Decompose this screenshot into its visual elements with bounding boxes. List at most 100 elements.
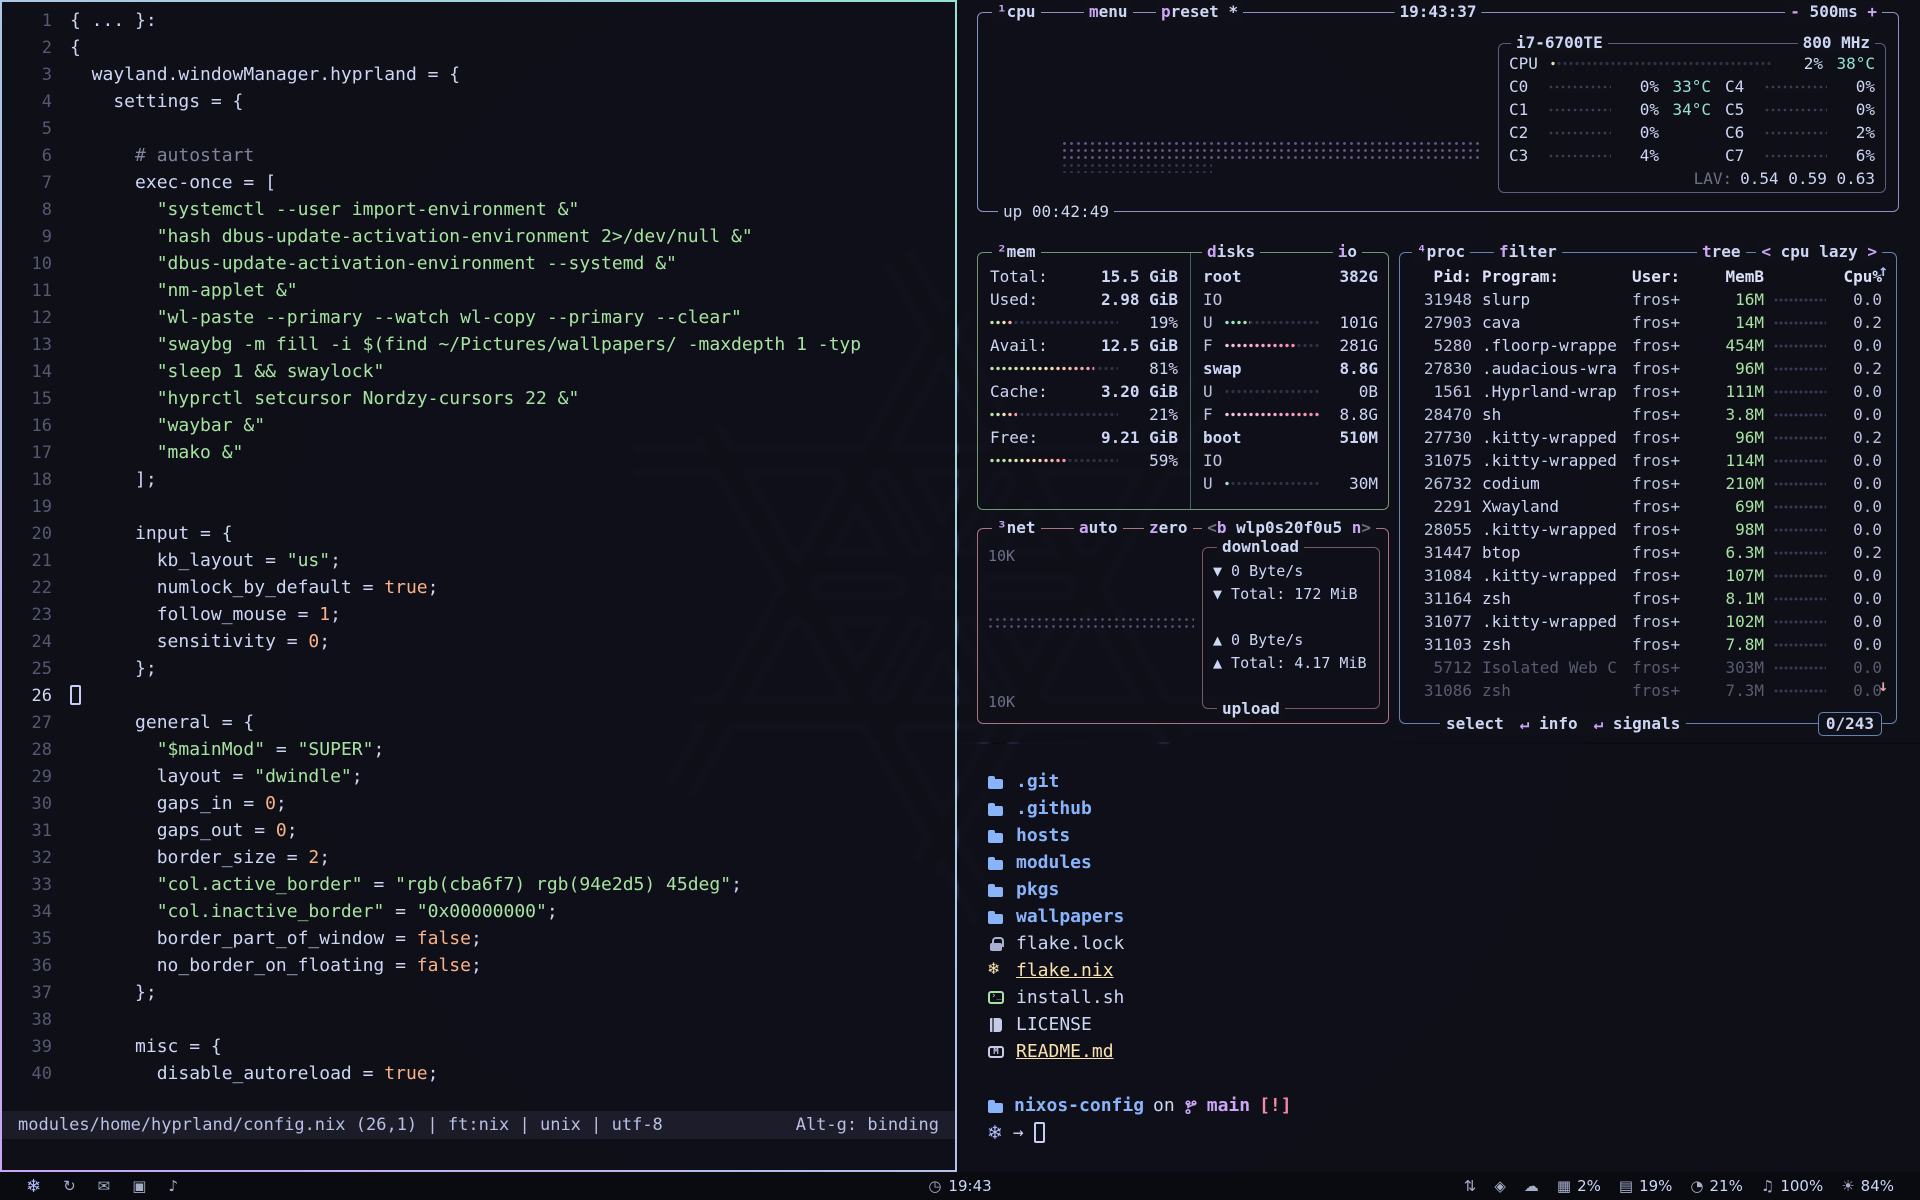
volume-module[interactable]: ♫100%: [1761, 1177, 1823, 1195]
editor-window[interactable]: 1{ ... }:2{3 wayland.windowManager.hyprl…: [0, 0, 957, 1172]
process-row[interactable]: 2291Xwaylandfros+69M0.0: [1400, 495, 1896, 518]
preset-button[interactable]: preset *: [1156, 2, 1243, 22]
editor-line: 26: [2, 682, 955, 709]
process-cpu: 0.0: [1836, 449, 1882, 472]
process-name: Isolated Web C: [1482, 656, 1622, 679]
process-name: slurp: [1482, 288, 1622, 311]
vpn-module[interactable]: ◈: [1494, 1177, 1506, 1195]
col-pid[interactable]: Pid:: [1410, 265, 1472, 288]
process-mem: 107M: [1704, 564, 1764, 587]
scroll-down-icon[interactable]: ↓: [1878, 676, 1888, 695]
menu-button[interactable]: menu: [1084, 2, 1133, 22]
process-row[interactable]: 31948slurpfros+16M0.0: [1400, 288, 1896, 311]
net-traffic-module[interactable]: ⇅: [1464, 1177, 1477, 1195]
process-cpu-graph: [1774, 433, 1826, 443]
brightness-module[interactable]: ☀84%: [1841, 1177, 1894, 1195]
network-module[interactable]: ☁: [1524, 1177, 1539, 1195]
cpu-module[interactable]: ▦2%: [1557, 1177, 1601, 1195]
process-row[interactable]: 31447btopfros+6.3M0.2: [1400, 541, 1896, 564]
process-row[interactable]: 28470shfros+3.8M0.0: [1400, 403, 1896, 426]
process-row[interactable]: 31084.kitty-wrappedfros+107M0.0: [1400, 564, 1896, 587]
line-text: };: [70, 982, 157, 1003]
process-row[interactable]: 28055.kitty-wrappedfros+98M0.0: [1400, 518, 1896, 541]
nixos-launcher-icon[interactable]: ❄: [26, 1176, 41, 1197]
proc-tree-toggle[interactable]: tree: [1697, 242, 1746, 262]
net-interface-selector[interactable]: <b wlp0s20f0u5 n>: [1202, 518, 1376, 538]
update-interval-control[interactable]: - 500ms +: [1785, 2, 1882, 22]
core-label: C1: [1509, 98, 1543, 121]
process-row[interactable]: 31077.kitty-wrappedfros+102M0.0: [1400, 610, 1896, 633]
memory-module[interactable]: ▤19%: [1619, 1177, 1673, 1195]
disk-module[interactable]: ◔21%: [1690, 1177, 1742, 1195]
disk-meter: [1225, 340, 1320, 351]
mem-meter-percent: 21%: [1118, 403, 1178, 426]
editor-line: 21 kb_layout = "us";: [2, 547, 955, 574]
file-name: LICENSE: [1016, 1014, 1092, 1035]
btop-mem-box: ²mem Total:15.5 GiBUsed:2.98 GiB19%Avail…: [977, 252, 1389, 510]
code-token: ;: [471, 928, 482, 949]
net-box-title[interactable]: ³net: [992, 518, 1041, 538]
line-number: 7: [2, 170, 52, 196]
code-token: border_size =: [70, 847, 308, 868]
proc-sort-selector[interactable]: < cpu lazy >: [1756, 242, 1882, 262]
code-token: "dwindle": [254, 766, 352, 787]
io-mode-toggle[interactable]: io: [1333, 242, 1362, 262]
process-row[interactable]: 31164zshfros+8.1M0.0: [1400, 587, 1896, 610]
col-memb[interactable]: MemB: [1704, 265, 1764, 288]
disks-title[interactable]: disks: [1202, 242, 1260, 262]
proc-filter-button[interactable]: filter: [1494, 242, 1562, 262]
editor-buffer[interactable]: 1{ ... }:2{3 wayland.windowManager.hyprl…: [2, 7, 955, 1087]
shell-prompt: nixos-config on main [!]: [987, 1092, 1892, 1119]
cpu-frequency: 800 MHz: [1798, 33, 1875, 53]
process-row[interactable]: 27830.audacious-wrafros+96M0.2: [1400, 357, 1896, 380]
col-user[interactable]: User:: [1632, 265, 1694, 288]
col-cpu[interactable]: Cpu%: [1836, 265, 1882, 288]
editor-line: 6 # autostart: [2, 142, 955, 169]
media-icon[interactable]: ♪: [168, 1177, 178, 1195]
process-row[interactable]: 27730.kitty-wrappedfros+96M0.2: [1400, 426, 1896, 449]
scroll-up-icon[interactable]: ↑: [1878, 261, 1888, 280]
cpu-model-label: i7-6700TE: [1511, 33, 1608, 53]
line-number: 33: [2, 872, 52, 898]
terminal-window[interactable]: .git.githubhostsmodulespkgswallpapersfla…: [959, 744, 1920, 1172]
editor-line: 22 numlock_by_default = true;: [2, 574, 955, 601]
net-zero-toggle[interactable]: zero: [1144, 518, 1193, 538]
window-icon[interactable]: ▣: [132, 1177, 146, 1195]
process-row[interactable]: 5280.floorp-wrappefros+454M0.0: [1400, 334, 1896, 357]
process-name: codium: [1482, 472, 1622, 495]
process-row[interactable]: 5712Isolated Web Cfros+303M0.0: [1400, 656, 1896, 679]
net-traffic-icon: ⇅: [1464, 1177, 1477, 1195]
proc-action-select[interactable]: select: [1446, 714, 1504, 734]
code-token: "wl-paste --primary --watch wl-copy --pr…: [157, 307, 742, 328]
line-number: 8: [2, 197, 52, 223]
proc-action-signals[interactable]: ↵ signals: [1594, 714, 1681, 734]
shell-input-line[interactable]: ❄ →: [987, 1119, 1892, 1146]
proc-action-info[interactable]: ↵ info: [1520, 714, 1578, 734]
proc-box-title[interactable]: ⁴proc: [1412, 242, 1470, 262]
process-row[interactable]: 31103zshfros+7.8M0.0: [1400, 633, 1896, 656]
process-row[interactable]: 31075.kitty-wrappedfros+114M0.0: [1400, 449, 1896, 472]
net-auto-toggle[interactable]: auto: [1074, 518, 1123, 538]
process-row[interactable]: 1561.Hyprland-wrapfros+111M0.0: [1400, 380, 1896, 403]
mem-meter-percent: 59%: [1118, 449, 1178, 472]
code-token: "col.inactive_border": [157, 901, 385, 922]
line-number: 10: [2, 251, 52, 277]
cpu-box-title[interactable]: ¹cpu: [992, 2, 1041, 22]
process-cpu: 0.0: [1836, 334, 1882, 357]
code-token: [70, 334, 157, 355]
disk-size: 382G: [1339, 265, 1378, 288]
process-row[interactable]: 26732codiumfros+210M0.0: [1400, 472, 1896, 495]
process-row[interactable]: 31086zshfros+7.3M0.0: [1400, 679, 1896, 702]
session-icon[interactable]: ↻: [63, 1177, 76, 1195]
btop-window: ¹cpu menu preset * 19:43:37 - 500ms + i7…: [959, 0, 1920, 742]
process-mem: 7.8M: [1704, 633, 1764, 656]
clock-module[interactable]: ◷ 19:43: [928, 1177, 991, 1195]
col-program[interactable]: Program:: [1482, 265, 1622, 288]
proc-selection-count: 0/243: [1818, 712, 1882, 736]
mem-stat-value: 9.21 GiB: [1101, 426, 1178, 449]
mem-box-title[interactable]: ²mem: [992, 242, 1041, 262]
process-row[interactable]: 27903cavafros+14M0.2: [1400, 311, 1896, 334]
code-token: [70, 226, 157, 247]
process-cpu-graph: [1774, 594, 1826, 604]
notifications-icon[interactable]: ✉: [98, 1177, 111, 1195]
